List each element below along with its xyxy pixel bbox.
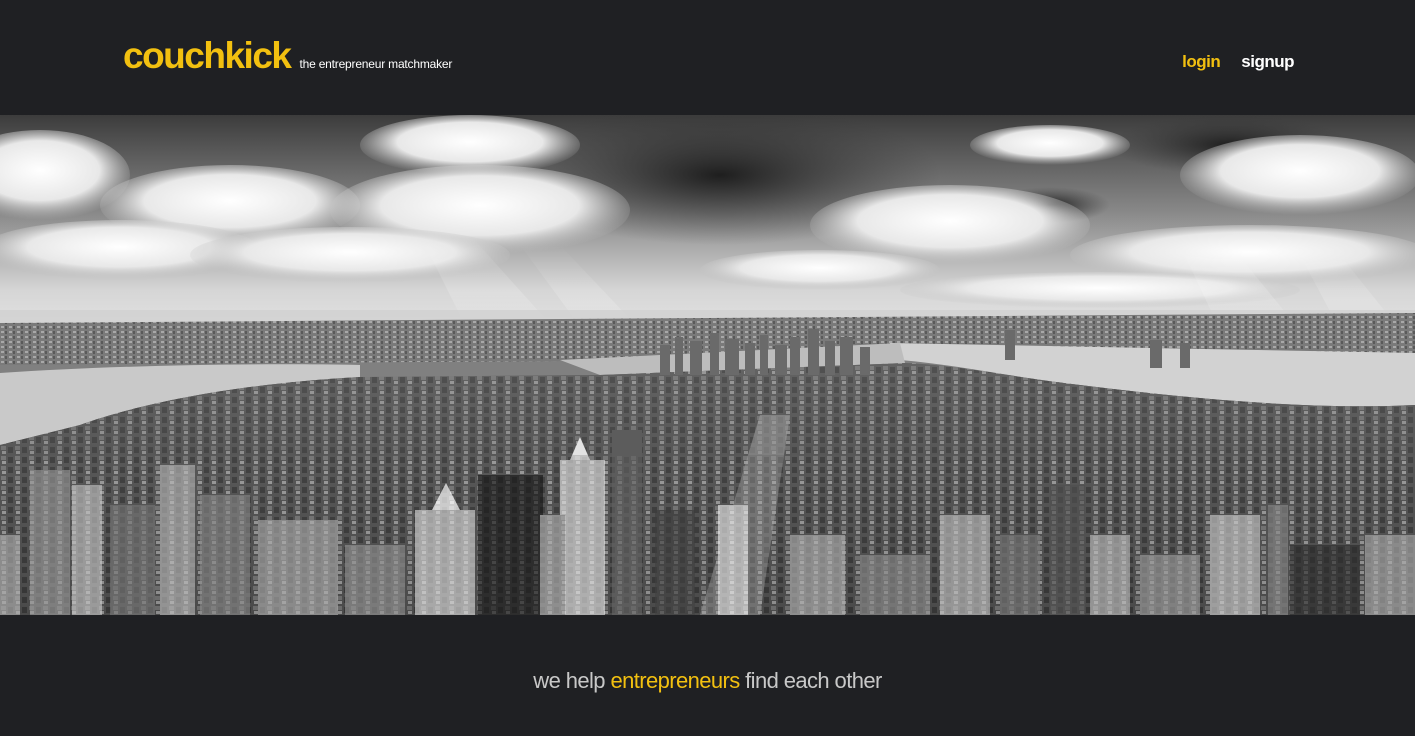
cityscape-illustration [0,115,1415,615]
top-nav: login signup [1182,52,1294,72]
site-header: couchkick the entrepreneur matchmaker lo… [0,0,1415,115]
slogan-after: find each other [739,668,882,693]
tagline: the entrepreneur matchmaker [299,57,453,71]
hero-cityscape-image [0,115,1415,615]
slogan: we help entrepreneurs find each other [0,668,1415,694]
signup-link[interactable]: signup [1241,52,1294,72]
brand: couchkick the entrepreneur matchmaker [123,34,452,78]
slogan-before: we help [533,668,611,693]
footer-band: we help entrepreneurs find each other [0,615,1415,736]
login-link[interactable]: login [1182,52,1221,72]
slogan-highlight: entrepreneurs [610,668,740,693]
logo[interactable]: couchkick [123,34,292,78]
